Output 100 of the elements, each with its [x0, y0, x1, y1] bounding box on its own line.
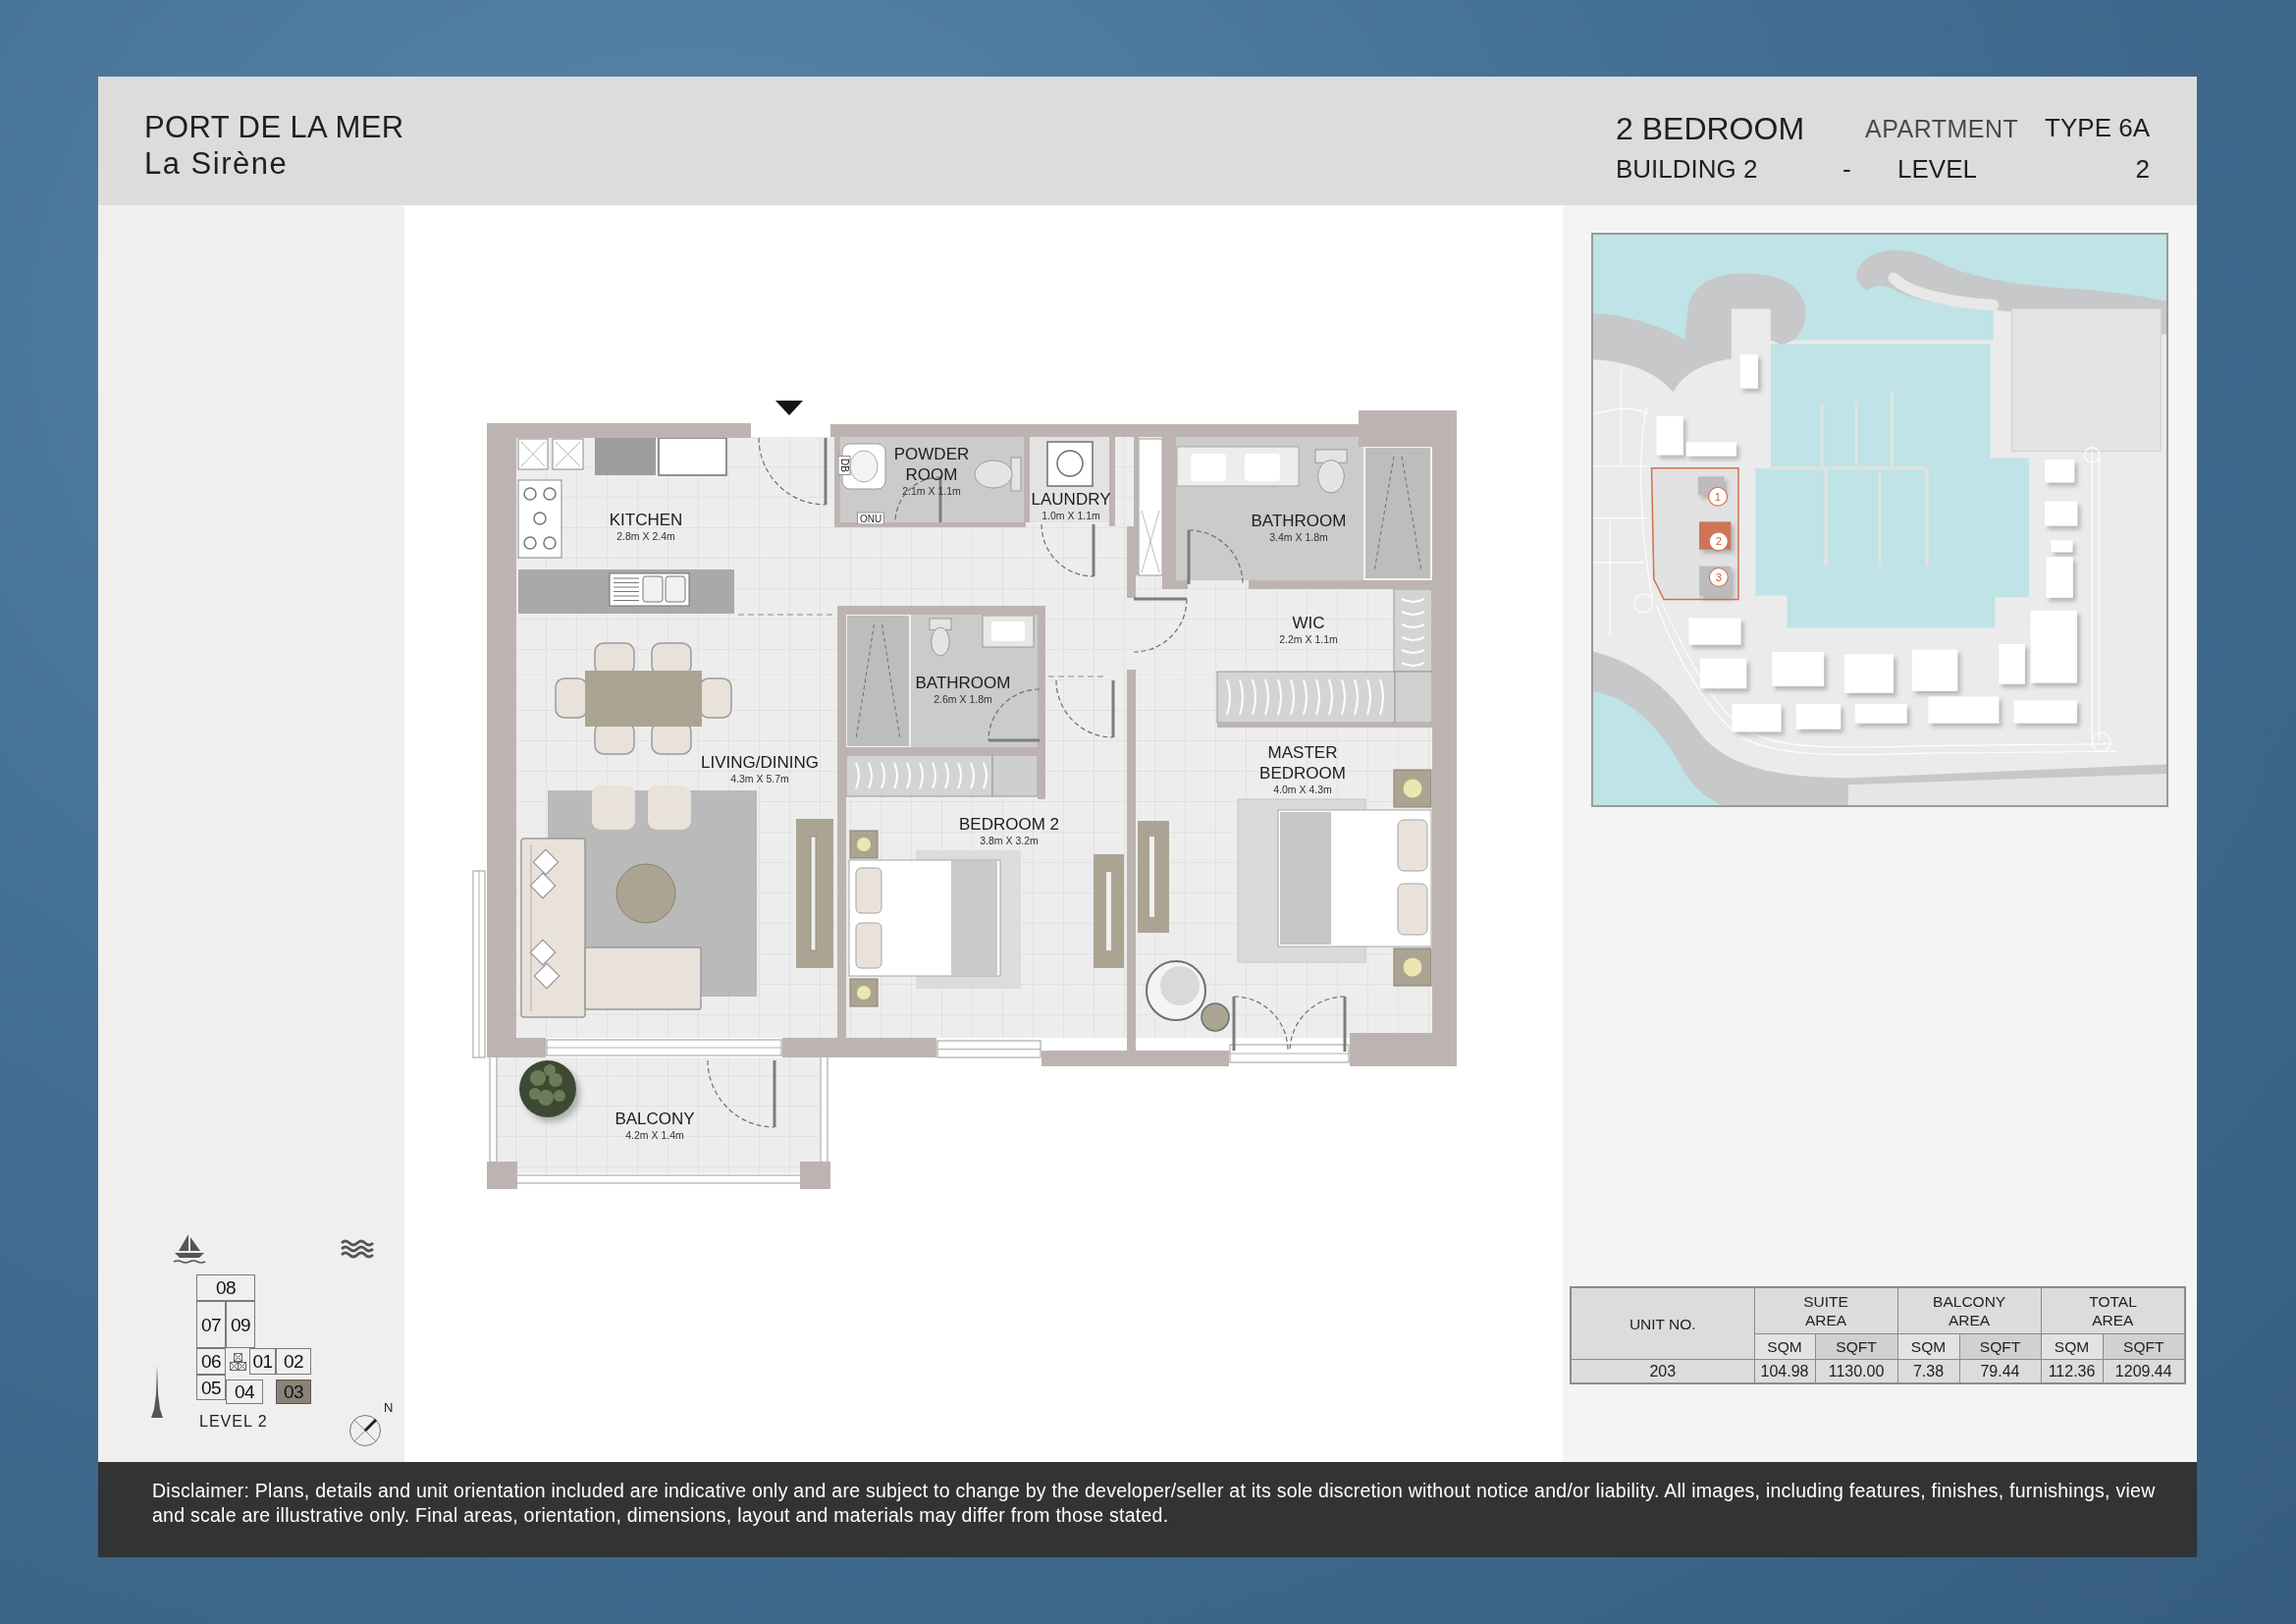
chair: [555, 677, 588, 719]
room-name: WIC: [1292, 613, 1325, 633]
room-dimensions: 3.4m X 1.8m: [1269, 531, 1328, 543]
table-cell: 203: [1571, 1359, 1754, 1383]
nightstand: [1393, 947, 1432, 987]
table-cell: 1209.44: [2103, 1359, 2185, 1383]
armchair: [1146, 960, 1206, 1021]
room-dimensions: 3.8m X 3.2m: [980, 835, 1039, 846]
building: [1999, 643, 2025, 684]
room-dimensions: 2.6m X 1.8m: [934, 693, 992, 705]
room-name: KITCHEN: [609, 510, 683, 530]
cabinet: [1394, 671, 1433, 724]
door-swing: [1232, 996, 1289, 1052]
kitchen-worktop: [595, 438, 656, 475]
apartment-label: APARTMENT: [1865, 114, 2019, 143]
room-dimensions: 2.1m X 1.1m: [902, 485, 961, 497]
room-name: BALCONY: [614, 1109, 695, 1129]
toilet: [974, 457, 1022, 492]
washing-machine: [1046, 441, 1094, 487]
unit-number: 07: [200, 1315, 222, 1334]
fixture-label: DB: [837, 456, 851, 475]
room-dimensions: 2.8m X 2.4m: [616, 530, 675, 542]
level-label: LEVEL 2: [199, 1413, 268, 1431]
building: [1854, 704, 1907, 724]
building-label: BUILDING 2: [1616, 155, 1758, 185]
room-name: LIVING/DINING: [701, 752, 819, 773]
room-name: BEDROOM 2: [959, 814, 1059, 835]
building: [2045, 460, 2075, 483]
table-header: SUITE AREA: [1754, 1287, 1897, 1334]
door-swing: [1187, 529, 1244, 585]
building: [2046, 557, 2073, 598]
table-header: SQFT: [2103, 1333, 2185, 1360]
nightstand: [849, 830, 879, 859]
room-dimensions: 1.0m X 1.1m: [1041, 510, 1100, 521]
table-cell: 79.44: [1959, 1359, 2041, 1383]
door-swing: [1055, 679, 1115, 738]
unit-number: 02: [283, 1352, 304, 1371]
door-swing: [1289, 996, 1347, 1053]
separator-text: -: [1842, 155, 1851, 185]
kitchen-cabinet: [552, 438, 584, 470]
room-name: MASTER BEDROOM: [1259, 742, 1346, 784]
building: [1912, 649, 1958, 691]
table-header: TOTAL AREA: [2041, 1287, 2185, 1334]
ottoman: [648, 785, 691, 830]
toilet: [929, 618, 952, 657]
compass-north-label: N: [384, 1401, 394, 1416]
building: [1795, 704, 1842, 730]
down-triangle-icon: [775, 401, 803, 415]
room-dimensions: 2.2m X 1.1m: [1279, 633, 1338, 645]
building-marker: 1: [1708, 486, 1729, 507]
door-swing: [758, 437, 828, 506]
unit-number: 03: [283, 1382, 304, 1401]
cabinet: [991, 754, 1039, 797]
nightstand: [1393, 769, 1432, 808]
compass-icon: [348, 1414, 382, 1447]
door-swing: [1133, 597, 1188, 653]
ottoman: [592, 785, 635, 830]
balcony-post: [487, 1162, 517, 1189]
door-swing: [1041, 523, 1095, 577]
building-marker: 2: [1708, 531, 1729, 552]
apartment-type: TYPE 6A: [2045, 114, 2150, 143]
unit-number: 09: [230, 1315, 251, 1334]
room-name: BATHROOM: [915, 673, 1011, 693]
building: [1656, 415, 1683, 456]
room-name: BATHROOM: [1251, 511, 1347, 531]
disclaimer-text: Disclaimer: Plans, details and unit orientation included are indicative only and are subject to change by the developer/seller at its sole discretion without notice and/or liability. All images, including features, finishes, furnishings, view and scale are illustrative only. Final areas, orientation, dimensions, layout and materials may differ from those stated.: [152, 1479, 2157, 1528]
room-dimensions: 4.3m X 5.7m: [730, 773, 789, 785]
kitchen-appliance: [658, 437, 727, 476]
crossed-squares-icon: [230, 1353, 246, 1371]
room-name: LAUNDRY: [1031, 489, 1111, 510]
level-value: 2: [2135, 155, 2150, 185]
chair: [699, 677, 732, 719]
toilet: [1314, 449, 1348, 494]
table-header: UNIT NO.: [1571, 1287, 1754, 1360]
unit-number: 01: [252, 1352, 273, 1371]
room-name: POWDER ROOM: [893, 444, 970, 485]
washbasin: [841, 443, 886, 490]
potted-plant: [519, 1060, 576, 1117]
table-header: SQFT: [1959, 1333, 2041, 1360]
fixture-label: ONU: [856, 512, 885, 525]
side-table: [1201, 1002, 1230, 1032]
table-header: SQFT: [1815, 1333, 1897, 1360]
building: [1732, 704, 1782, 732]
room-dimensions: 4.0m X 4.3m: [1273, 784, 1332, 795]
building: [1772, 652, 1825, 686]
room-dimensions: 4.2m X 1.4m: [625, 1129, 684, 1141]
building: [1685, 442, 1736, 457]
unit-type: 2 BEDROOM: [1616, 110, 1805, 147]
building: [1843, 654, 1895, 693]
waves-icon: [341, 1239, 374, 1259]
building: [2051, 540, 2073, 553]
kitchen-cabinet: [517, 438, 549, 470]
building: [2013, 700, 2077, 724]
building: [1688, 618, 1741, 645]
building-marker: 3: [1708, 568, 1729, 587]
building-name: La Sirène: [144, 145, 289, 182]
unit-number: 08: [215, 1278, 237, 1297]
washbasin: [982, 615, 1035, 648]
level-label: LEVEL: [1897, 155, 1977, 185]
table-cell: 1130.00: [1815, 1359, 1897, 1383]
